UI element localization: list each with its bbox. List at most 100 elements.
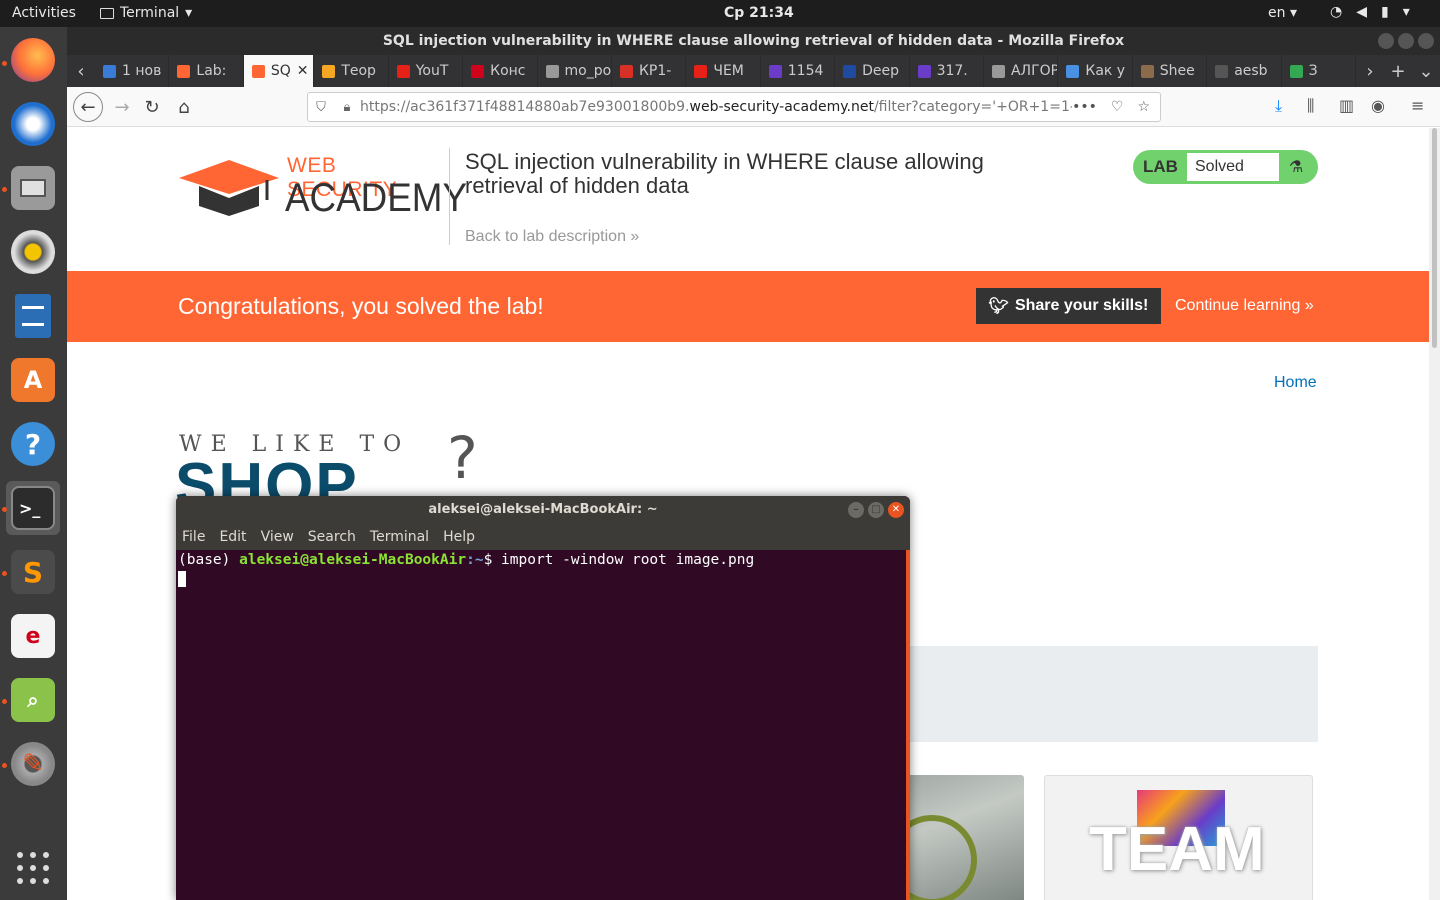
lock-icon[interactable]: 🔒︎ bbox=[334, 100, 360, 115]
url-actions: ••• ♡ ☆ bbox=[1072, 99, 1160, 115]
maximize-icon[interactable] bbox=[1398, 33, 1414, 49]
menu-file[interactable]: File bbox=[182, 529, 205, 545]
menu-icon[interactable]: ≡ bbox=[1411, 96, 1424, 115]
menu-terminal[interactable]: Terminal bbox=[370, 529, 429, 545]
browser-tab[interactable]: 1154 bbox=[761, 55, 836, 87]
terminal-titlebar[interactable]: aleksei@aleksei-MacBookAir: ~ – □ ✕ bbox=[176, 496, 910, 524]
header-divider bbox=[449, 148, 450, 245]
dock-writer[interactable] bbox=[6, 289, 60, 343]
files-icon bbox=[11, 166, 55, 210]
battery-icon: ▮ bbox=[1381, 4, 1389, 20]
system-tray[interactable]: ◔ ◀ ▮ ▾ bbox=[1330, 4, 1410, 20]
home-link[interactable]: Home bbox=[1274, 374, 1317, 392]
browser-tab[interactable]: 1 нов bbox=[95, 55, 170, 87]
dock-image-viewer[interactable]: ⌕ bbox=[6, 673, 60, 727]
forward-button[interactable]: → bbox=[109, 94, 135, 120]
dock-software[interactable]: A bbox=[6, 353, 60, 407]
terminal-icon bbox=[100, 7, 114, 19]
url-bar[interactable]: ⛉ 🔒︎ https://ac361f371f48814880ab7e93001… bbox=[307, 92, 1161, 122]
share-skills-button[interactable]: 🐦︎ Share your skills! bbox=[976, 288, 1161, 324]
maximize-icon[interactable]: □ bbox=[868, 502, 884, 518]
dock-rhythmbox[interactable] bbox=[6, 225, 60, 279]
menu-edit[interactable]: Edit bbox=[219, 529, 246, 545]
lab-title: SQL injection vulnerability in WHERE cla… bbox=[465, 149, 984, 198]
clock[interactable]: Ср 21:34 bbox=[724, 5, 794, 21]
terminal-title: aleksei@aleksei-MacBookAir: ~ bbox=[428, 502, 658, 517]
terminal-output[interactable]: (base) aleksei@aleksei-MacBookAir:~$ imp… bbox=[176, 550, 910, 900]
tab-scroll-left-icon[interactable]: ‹ bbox=[67, 55, 95, 87]
browser-tab[interactable]: 317. bbox=[910, 55, 984, 87]
window-controls[interactable] bbox=[1378, 33, 1434, 49]
dock-settings[interactable]: ✎ bbox=[6, 737, 60, 791]
browser-tab[interactable]: АЛГОРИ bbox=[984, 55, 1059, 87]
account-icon[interactable]: ◉ bbox=[1371, 96, 1385, 115]
tab-favicon-icon bbox=[843, 64, 857, 78]
back-button[interactable]: ← bbox=[73, 92, 103, 122]
settings-icon: ✎ bbox=[11, 742, 55, 786]
downloads-icon[interactable]: ⤓ bbox=[1275, 96, 1282, 116]
show-applications-button[interactable] bbox=[17, 852, 49, 884]
product-image-team[interactable]: TEAM bbox=[1044, 775, 1313, 900]
new-tab-icon[interactable]: + bbox=[1384, 55, 1412, 87]
close-icon[interactable] bbox=[1418, 33, 1434, 49]
browser-tab[interactable]: mo_pos bbox=[538, 55, 612, 87]
bookmark-star-icon[interactable]: ☆ bbox=[1137, 99, 1150, 115]
minimize-icon[interactable]: – bbox=[848, 502, 864, 518]
dock-evince[interactable]: e bbox=[6, 609, 60, 663]
page-actions-icon[interactable]: ••• bbox=[1072, 99, 1097, 115]
page-scrollbar[interactable] bbox=[1429, 128, 1440, 900]
reload-button[interactable]: ↻ bbox=[139, 94, 165, 120]
wifi-icon: ◔ bbox=[1330, 4, 1343, 20]
mortarboard-icon bbox=[179, 160, 279, 216]
terminal-scrollbar[interactable] bbox=[906, 550, 910, 900]
dock-files[interactable] bbox=[6, 161, 60, 215]
tab-favicon-icon bbox=[1140, 64, 1154, 78]
twitter-icon: 🐦︎ bbox=[988, 298, 1009, 315]
tab-list-icon[interactable]: ⌄ bbox=[1412, 55, 1440, 87]
writer-icon bbox=[15, 294, 51, 338]
back-to-lab-description-link[interactable]: Back to lab description » bbox=[465, 228, 639, 246]
tab-label: АЛГОРИ bbox=[1010, 63, 1059, 79]
pocket-icon[interactable]: ♡ bbox=[1111, 99, 1124, 115]
browser-tab[interactable]: З bbox=[1282, 55, 1356, 87]
close-icon[interactable]: ✕ bbox=[888, 502, 904, 518]
menu-view[interactable]: View bbox=[261, 529, 294, 545]
dock-thunderbird[interactable] bbox=[6, 97, 60, 151]
library-icon[interactable]: ⫼ bbox=[1307, 96, 1314, 116]
dock-help[interactable]: ? bbox=[6, 417, 60, 471]
app-menu[interactable]: Terminal ▾ bbox=[100, 5, 192, 21]
activities-button[interactable]: Activities bbox=[12, 5, 76, 21]
browser-tab[interactable]: Lab: bbox=[169, 55, 244, 87]
browser-tab[interactable]: Теор bbox=[314, 55, 389, 87]
tab-scroll-right-icon[interactable]: › bbox=[1356, 55, 1384, 87]
browser-tab[interactable]: aesb bbox=[1207, 55, 1282, 87]
continue-learning-link[interactable]: Continue learning » bbox=[1175, 297, 1314, 315]
banner-message: Congratulations, you solved the lab! bbox=[178, 293, 544, 319]
browser-tab[interactable]: SQ ✕ bbox=[243, 55, 315, 87]
url-text[interactable]: https://ac361f371f48814880ab7e93001800b9… bbox=[360, 99, 1072, 115]
browser-tab[interactable]: Как у bbox=[1058, 55, 1133, 87]
running-indicator bbox=[2, 699, 7, 704]
browser-tab[interactable]: Shee bbox=[1133, 55, 1208, 87]
keyboard-layout[interactable]: en ▾ bbox=[1268, 5, 1297, 21]
scrollbar-thumb[interactable] bbox=[1432, 128, 1437, 348]
home-button[interactable]: ⌂ bbox=[171, 94, 197, 120]
menu-search[interactable]: Search bbox=[308, 529, 356, 545]
browser-tab[interactable]: Конс bbox=[463, 55, 538, 87]
dock-sublime[interactable]: S bbox=[6, 545, 60, 599]
browser-tab[interactable]: YouT bbox=[389, 55, 464, 87]
terminal-line: (base) aleksei@aleksei-MacBookAir:~$ imp… bbox=[178, 552, 908, 569]
menu-help[interactable]: Help bbox=[443, 529, 475, 545]
dock-firefox[interactable] bbox=[6, 33, 60, 87]
minimize-icon[interactable] bbox=[1378, 33, 1394, 49]
browser-tab[interactable]: ЧЕМ bbox=[686, 55, 761, 87]
dock-terminal[interactable]: >_ bbox=[6, 481, 60, 535]
web-security-academy-logo[interactable]: WEB SECURITY ACADEMY bbox=[179, 154, 467, 244]
close-tab-icon[interactable]: ✕ bbox=[297, 63, 309, 79]
browser-tab[interactable]: Deep bbox=[835, 55, 910, 87]
tab-favicon-icon bbox=[471, 64, 485, 78]
browser-tab[interactable]: КР1- bbox=[612, 55, 687, 87]
prompt-user: aleksei@aleksei-MacBookAir bbox=[239, 552, 467, 568]
sidebar-icon[interactable]: ▥ bbox=[1339, 96, 1354, 115]
shield-icon[interactable]: ⛉ bbox=[308, 100, 334, 115]
